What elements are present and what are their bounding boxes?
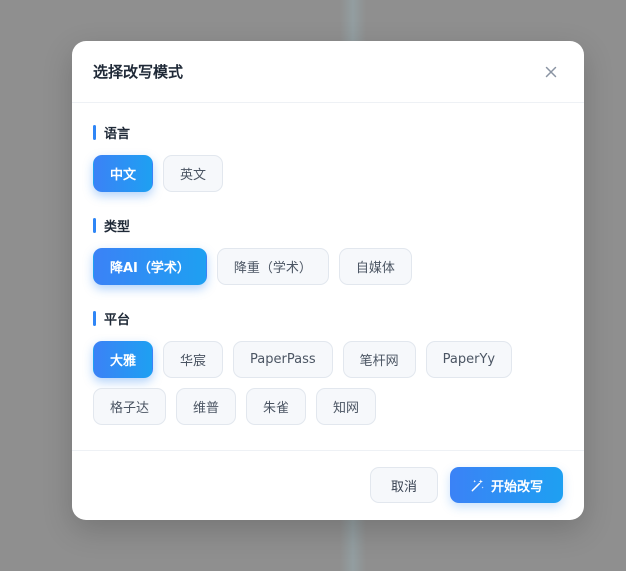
platform-label: 平台 — [104, 312, 131, 328]
platform-option[interactable]: 格子达 — [93, 388, 167, 425]
platform-option[interactable]: 笔杆网 — [342, 341, 416, 378]
magic-wand-icon — [471, 478, 484, 491]
language-options: 中文 英文 — [93, 155, 563, 192]
type-label: 类型 — [104, 219, 131, 235]
dialog-footer: 取消 开始改写 — [72, 451, 584, 519]
section-header: 语言 — [93, 123, 563, 142]
close-icon — [545, 66, 557, 77]
dialog-title: 选择改写模式 — [93, 63, 184, 81]
section-accent-bar — [93, 310, 96, 326]
platform-option[interactable]: PaperYy — [425, 341, 513, 378]
start-rewrite-label: 开始改写 — [490, 479, 543, 495]
lang-option[interactable]: 中文 — [93, 155, 154, 192]
dialog-body: 语言 中文 英文 类型 降AI（学术） 降重（学术） 自媒体 平台 大雅 华宸 Paper… — [72, 103, 584, 451]
type-section: 类型 降AI（学术） 降重（学术） 自媒体 — [93, 216, 563, 285]
section-header: 平台 — [93, 309, 563, 328]
platform-options: 大雅 华宸 PaperPass 笔杆网 PaperYy 格子达 维普 朱雀 知网 — [93, 341, 563, 425]
section-accent-bar — [93, 124, 96, 140]
section-header: 类型 — [93, 216, 563, 235]
language-label: 语言 — [104, 126, 131, 142]
platform-option[interactable]: 大雅 — [93, 341, 154, 378]
start-rewrite-button[interactable]: 开始改写 — [449, 467, 563, 503]
platform-option[interactable]: PaperPass — [233, 341, 333, 378]
dialog-header: 选择改写模式 — [72, 41, 584, 103]
rewrite-mode-dialog: 选择改写模式 语言 中文 英文 类型 降AI（学术） 降重（学术） 自媒体 平台… — [72, 41, 584, 520]
platform-option[interactable]: 知网 — [316, 388, 377, 425]
cancel-button[interactable]: 取消 — [369, 467, 438, 503]
platform-option[interactable]: 朱雀 — [246, 388, 307, 425]
type-option[interactable]: 降重（学术） — [216, 248, 329, 285]
section-accent-bar — [93, 217, 96, 233]
platform-option[interactable]: 华宸 — [163, 341, 224, 378]
platform-option[interactable]: 维普 — [176, 388, 237, 425]
type-options: 降AI（学术） 降重（学术） 自媒体 — [93, 248, 563, 285]
platform-section: 平台 大雅 华宸 PaperPass 笔杆网 PaperYy 格子达 维普 朱雀 知网 — [93, 309, 563, 425]
close-button[interactable] — [540, 61, 562, 83]
language-section: 语言 中文 英文 — [93, 123, 563, 192]
lang-option[interactable]: 英文 — [163, 155, 224, 192]
type-option[interactable]: 自媒体 — [338, 248, 412, 285]
type-option[interactable]: 降AI（学术） — [93, 248, 207, 285]
